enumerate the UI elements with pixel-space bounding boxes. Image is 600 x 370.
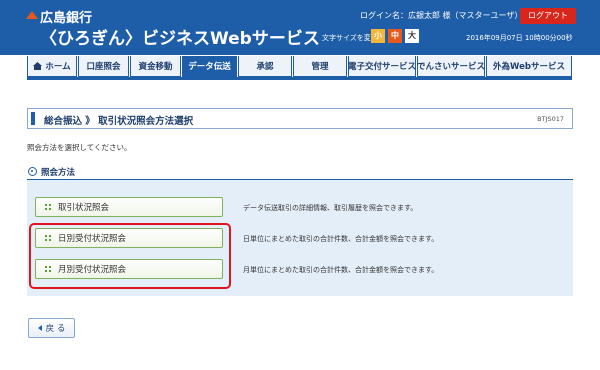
home-icon bbox=[33, 62, 43, 70]
tab-foreign-exchange[interactable]: 外為Webサービス bbox=[486, 56, 572, 77]
highlight-frame bbox=[29, 223, 231, 289]
tab-management[interactable]: 管理 bbox=[293, 56, 347, 77]
main-nav: ホーム 口座照会 資金移動 データ伝送 承認 管理 電子交付サービス でんさいサ… bbox=[27, 56, 572, 78]
back-arrow-icon bbox=[37, 325, 42, 331]
page-title: 総合振込 》 取引状況照会方法選択 bbox=[44, 116, 194, 127]
option-label: 取引状況照会 bbox=[58, 203, 110, 213]
fontsize-label: 文字サイズを変更 bbox=[322, 34, 378, 42]
instruction-text: 照会方法を選択してください。 bbox=[27, 143, 132, 152]
tab-densai[interactable]: でんさいサービス bbox=[417, 56, 485, 77]
back-button[interactable]: 戻 る bbox=[28, 318, 75, 338]
tab-home-label: ホーム bbox=[45, 62, 71, 72]
page-title-box: 総合振込 》 取引状況照会方法選択 BTJS017 bbox=[27, 108, 573, 129]
fontsize-medium-button[interactable]: 中 bbox=[388, 29, 402, 43]
title-accent-bar bbox=[31, 112, 35, 125]
fontsize-large-button[interactable]: 大 bbox=[405, 29, 419, 43]
section-header: 照会方法 bbox=[27, 165, 573, 179]
option-description: 月単位にまとめた取引の合計件数、合計金額を照会できます。 bbox=[243, 266, 439, 274]
option-description: 日単位にまとめた取引の合計件数、合計金額を照会できます。 bbox=[243, 235, 439, 243]
tab-fund-transfer[interactable]: 資金移動 bbox=[130, 56, 181, 77]
section-bullet-icon bbox=[28, 167, 37, 176]
datetime: 2016年09月07日 10時00分00秒 bbox=[466, 34, 573, 42]
bank-logo-icon bbox=[26, 11, 38, 19]
nav-underline bbox=[27, 77, 572, 80]
grip-dots-icon bbox=[45, 204, 51, 210]
section-title: 照会方法 bbox=[41, 168, 76, 178]
tab-e-delivery[interactable]: 電子交付サービス bbox=[348, 56, 416, 77]
header: 広島銀行 〈ひろぎん〉ビジネスWebサービス ログイン名：広銀太郎 様（マスター… bbox=[0, 0, 600, 55]
tab-approval[interactable]: 承認 bbox=[238, 56, 292, 77]
logout-button[interactable]: ログアウト bbox=[520, 8, 576, 24]
tab-account-inquiry[interactable]: 口座照会 bbox=[78, 56, 129, 77]
fontsize-small-button[interactable]: 小 bbox=[371, 29, 385, 43]
tab-home[interactable]: ホーム bbox=[27, 56, 77, 77]
service-name: 〈ひろぎん〉ビジネスWebサービス bbox=[40, 29, 320, 49]
login-info: ログイン名：広銀太郎 様（マスターユーザ） bbox=[360, 11, 523, 20]
transaction-status-inquiry-button[interactable]: 取引状況照会 bbox=[35, 197, 223, 217]
tab-data-transmission[interactable]: データ伝送 bbox=[182, 56, 237, 77]
screen-id: BTJS017 bbox=[537, 115, 564, 123]
back-button-label: 戻 る bbox=[45, 324, 66, 334]
option-description: データ伝送取引の詳細情報、取引履歴を照会できます。 bbox=[243, 204, 418, 212]
